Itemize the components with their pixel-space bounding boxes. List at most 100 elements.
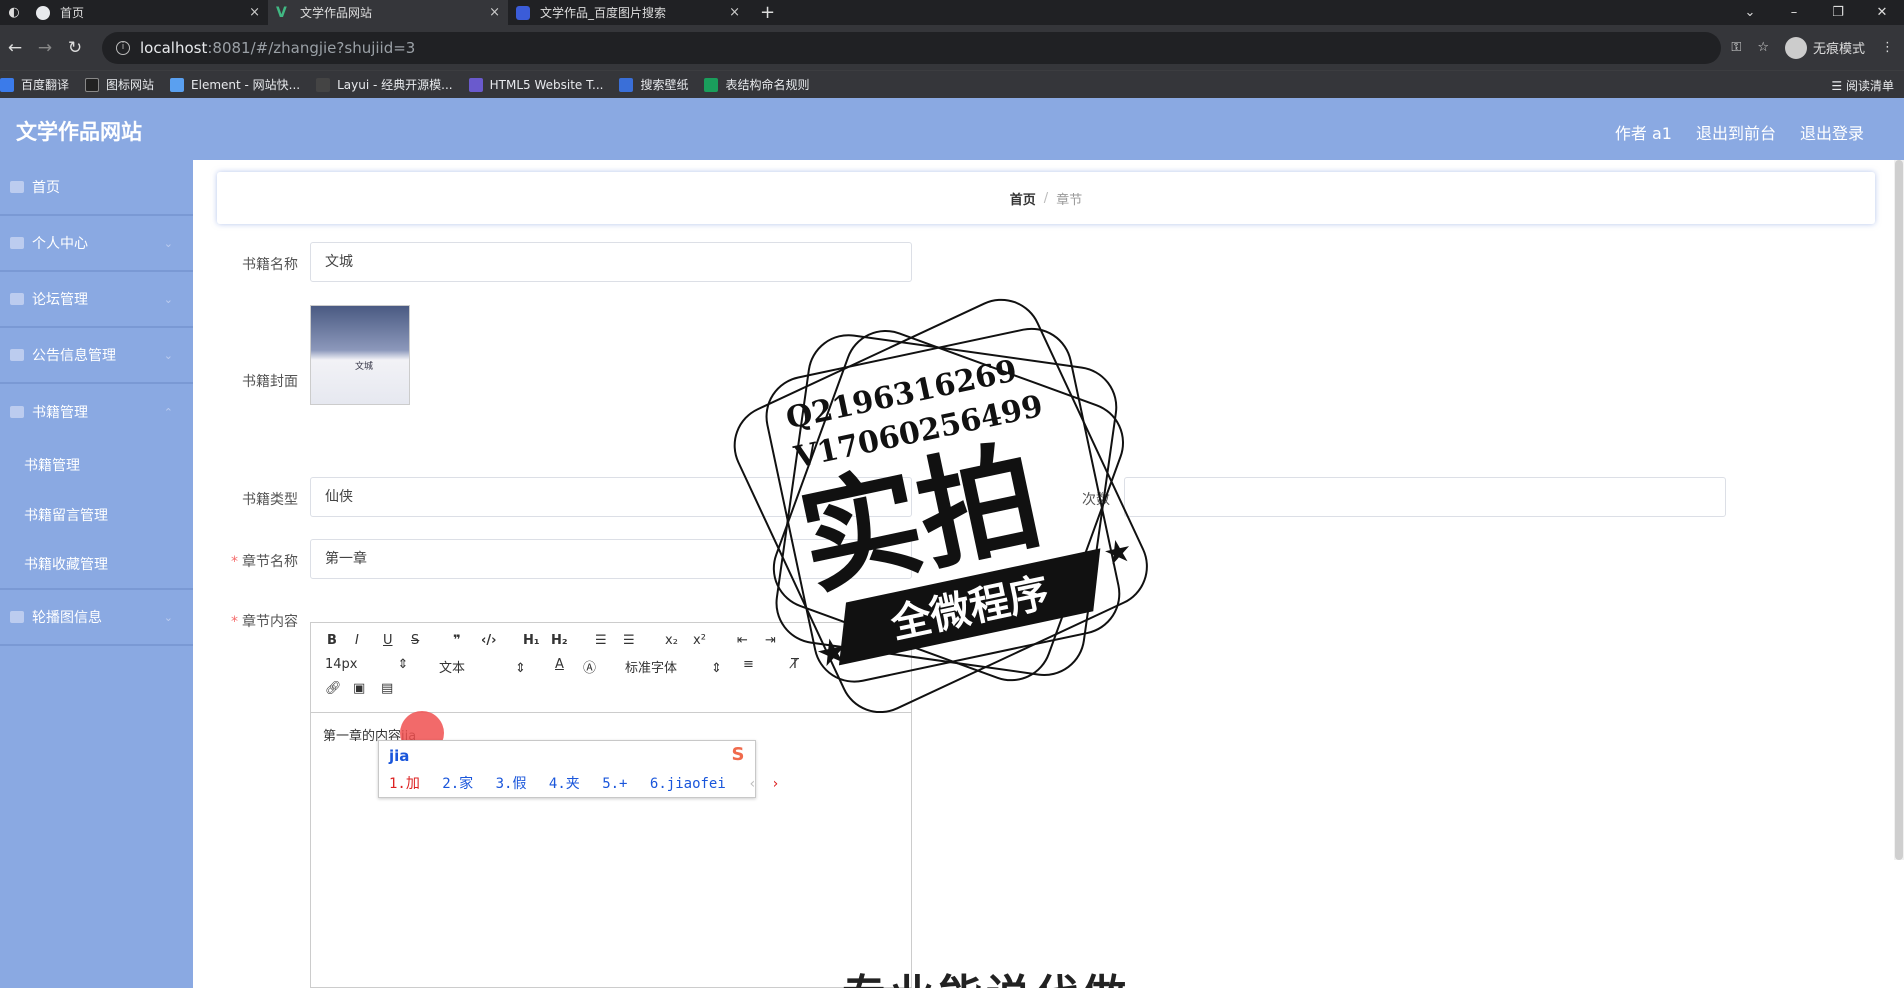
sidebar-item-home[interactable]: 首页 [0, 160, 193, 216]
page-scrollbar[interactable] [1894, 160, 1904, 860]
book-name-input[interactable]: 文城 [310, 242, 912, 282]
block-type-select[interactable]: 文本 ⇕ [439, 657, 526, 676]
star-icon[interactable]: ☆ [1757, 40, 1769, 55]
cover-text: 文城 [355, 362, 374, 372]
scrollbar-thumb[interactable] [1895, 160, 1903, 860]
bookmark-item[interactable]: 搜索壁纸 [619, 76, 688, 93]
sidebar-item-label: 书籍管理 [32, 405, 88, 421]
bookmark-label: 百度翻译 [21, 78, 70, 92]
bullet-list-icon[interactable]: ☰ [623, 633, 635, 648]
tab-literary-site[interactable]: V 文学作品网站 × [268, 0, 508, 25]
incognito-indicator[interactable]: 无痕模式 [1784, 36, 1865, 59]
sidebar-sub-book-manage[interactable]: 书籍管理 [0, 440, 193, 490]
bookmark-item[interactable]: 百度翻译 [0, 76, 69, 93]
chevron-down-icon: ⌄ [163, 236, 173, 250]
chapter-content-label-text: 章节内容 [242, 614, 298, 630]
minimize-icon[interactable]: – [1772, 5, 1816, 20]
bookmark-item[interactable]: HTML5 Website T... [468, 77, 603, 92]
ime-candidate[interactable]: 4.夹 [549, 776, 580, 792]
sidebar-item-label: 公告信息管理 [32, 348, 116, 364]
code-icon[interactable]: ‹/› [481, 633, 496, 648]
font-family-select[interactable]: 标准字体 ⇕ [625, 657, 722, 676]
video-icon[interactable]: ▤ [381, 681, 393, 696]
h1-icon[interactable]: H₁ [523, 633, 540, 648]
tab-title: 文学作品_百度图片搜索 [540, 6, 667, 20]
ime-candidate[interactable]: 3.假 [496, 776, 527, 792]
browser-tab-bar: ◐ 首页 × V 文学作品网站 × 文学作品_百度图片搜索 × + ⌄ – ❐ … [0, 0, 1904, 25]
ime-candidate[interactable]: 6.jiaofei [650, 776, 726, 792]
next-page-icon[interactable]: › [771, 776, 779, 792]
info-icon[interactable]: i [116, 40, 130, 55]
bold-icon[interactable]: B [327, 633, 337, 648]
tab-search-icon[interactable]: ⌄ [1728, 5, 1772, 20]
back-icon[interactable]: ← [0, 38, 30, 58]
h2-icon[interactable]: H₂ [551, 633, 568, 648]
sidebar-item-profile[interactable]: 个人中心 ⌄ [0, 216, 193, 272]
new-tab-button[interactable]: + [760, 2, 775, 23]
close-icon[interactable]: × [249, 5, 260, 20]
author-label[interactable]: 作者 a1 [1615, 120, 1672, 144]
sidebar: 首页 个人中心 ⌄ 论坛管理 ⌄ 公告信息管理 ⌄ 书籍管理 ⌃ 书籍管理 书籍留言管理… [0, 160, 193, 988]
breadcrumb-home[interactable]: 首页 [1010, 189, 1036, 208]
prev-page-icon[interactable]: ‹ [748, 776, 756, 792]
ime-candidates: 1.加 2.家 3.假 4.夹 5.+ 6.jiaofei ‹ › [389, 773, 794, 793]
ime-candidate-popup: jia S 1.加 2.家 3.假 4.夹 5.+ 6.jiaofei ‹ › [378, 740, 780, 798]
url-field[interactable]: i localhost:8081/#/zhangjie?shujiid=3 [102, 31, 1722, 64]
bookmark-icon [316, 77, 331, 92]
sidebar-item-label: 个人中心 [32, 236, 88, 252]
home-icon [10, 181, 24, 193]
close-window-icon[interactable]: ✕ [1860, 5, 1904, 20]
bookmark-item[interactable]: Layui - 经典开源模... [316, 76, 453, 93]
chevron-down-icon: ⌄ [163, 610, 173, 624]
tab-baidu-images[interactable]: 文学作品_百度图片搜索 × [508, 0, 748, 25]
address-bar-row: ← → ↻ i localhost:8081/#/zhangjie?shujii… [0, 25, 1904, 70]
close-icon[interactable]: × [489, 5, 500, 20]
quote-icon[interactable]: ❞ [453, 633, 461, 648]
vue-icon: V [276, 4, 287, 21]
cover-label: 书籍封面 [242, 374, 298, 390]
sidebar-item-notice[interactable]: 公告信息管理 ⌄ [0, 328, 193, 384]
restore-icon[interactable]: ❐ [1816, 5, 1860, 20]
ime-candidate[interactable]: 2.家 [442, 776, 473, 792]
ordered-list-icon[interactable]: ☰ [595, 633, 607, 648]
browser-menu-icon[interactable]: ◐ [0, 0, 28, 25]
reading-list[interactable]: ☰ 阅读清单 [1831, 77, 1894, 94]
close-icon[interactable]: × [729, 5, 740, 20]
font-color-icon[interactable]: A [555, 657, 564, 672]
bookmark-icon [704, 77, 719, 92]
book-cover-image[interactable]: 文城 [310, 305, 410, 405]
back-to-front-link[interactable]: 退出到前台 [1696, 120, 1776, 144]
sidebar-sub-book-favorites[interactable]: 书籍收藏管理 [0, 540, 193, 590]
subscript-icon[interactable]: x₂ [665, 633, 678, 648]
tab-home[interactable]: 首页 × [28, 0, 268, 25]
key-icon[interactable]: ⚿ [1731, 40, 1741, 55]
strike-icon[interactable]: S [411, 633, 419, 648]
reload-icon[interactable]: ↻ [60, 38, 90, 58]
count-input[interactable] [1124, 477, 1726, 517]
link-icon[interactable]: 🔗︎ [325, 681, 342, 696]
font-size-select[interactable]: 14px ⇕ [325, 657, 408, 672]
chevron-up-icon: ⌃ [163, 405, 173, 419]
app-header: 文学作品网站 作者 a1 退出到前台 退出登录 [0, 98, 1904, 160]
more-icon[interactable]: ⋮ [1881, 40, 1894, 55]
ime-candidate[interactable]: 5.+ [602, 776, 627, 792]
sidebar-sub-book-comments[interactable]: 书籍留言管理 [0, 490, 193, 540]
incognito-label: 无痕模式 [1812, 42, 1865, 57]
superscript-icon[interactable]: x² [693, 633, 706, 648]
background-color-icon[interactable]: Ⓐ [583, 657, 596, 676]
bookmark-item[interactable]: 表结构命名规则 [704, 76, 809, 93]
bookmark-icon [85, 77, 100, 92]
sidebar-item-forum[interactable]: 论坛管理 ⌄ [0, 272, 193, 328]
bookmark-label: Element - 网站快... [191, 78, 301, 92]
bookmark-item[interactable]: Element - 网站快... [170, 76, 300, 93]
bookmark-label: 表结构命名规则 [725, 78, 810, 92]
image-icon[interactable]: ▣ [353, 681, 365, 696]
sidebar-item-carousel[interactable]: 轮播图信息 ⌄ [0, 590, 193, 646]
ime-candidate[interactable]: 1.加 [389, 776, 420, 792]
underline-icon[interactable]: U [383, 633, 393, 648]
forward-icon[interactable]: → [30, 38, 60, 58]
italic-icon[interactable]: I [355, 633, 359, 648]
bookmark-item[interactable]: 图标网站 [85, 76, 154, 93]
logout-link[interactable]: 退出登录 [1800, 120, 1864, 144]
sidebar-item-books[interactable]: 书籍管理 ⌃ [0, 384, 193, 440]
